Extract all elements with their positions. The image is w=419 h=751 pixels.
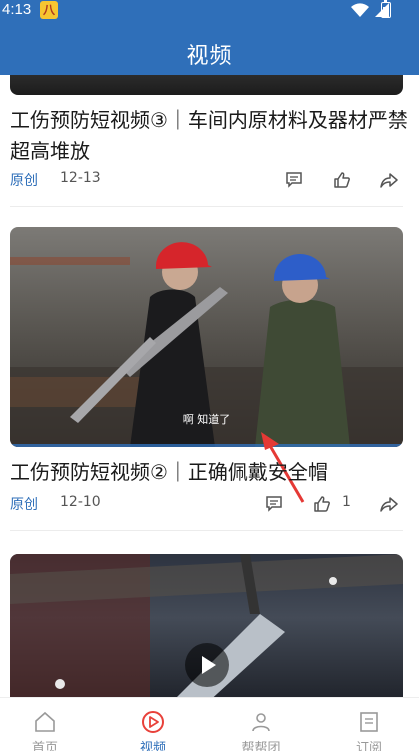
tab-home[interactable]: 首页 — [10, 698, 80, 751]
battery-icon — [381, 0, 391, 18]
tab-helpers[interactable]: 帮帮团 — [226, 698, 296, 751]
share-icon[interactable] — [379, 170, 399, 190]
video-title[interactable]: 工伤预防短视频②｜正确佩戴安全帽 — [10, 457, 410, 488]
page-title: 视频 — [186, 44, 233, 69]
like-icon[interactable] — [332, 170, 352, 190]
like-count: 1 — [342, 494, 351, 510]
app-header: 4:13 八 视频 — [0, 0, 419, 75]
tab-label: 帮帮团 — [241, 741, 281, 751]
wifi-icon — [351, 3, 369, 17]
video-title[interactable]: 工伤预防短视频③｜车间内原材料及器材严禁超高堆放 — [10, 105, 410, 167]
video-thumbnail[interactable] — [10, 554, 403, 697]
video-meta: 原创 12-10 1 — [10, 494, 403, 516]
tab-video[interactable]: 视频 — [118, 698, 188, 751]
share-icon[interactable] — [379, 494, 399, 514]
video-play-icon — [142, 711, 164, 733]
video-progress-bar — [10, 444, 403, 447]
play-button[interactable] — [185, 643, 229, 687]
home-icon — [35, 711, 55, 732]
publish-date: 12-13 — [60, 170, 101, 186]
status-bar: 4:13 八 — [0, 0, 419, 22]
video-thumbnail[interactable] — [10, 75, 403, 95]
tab-label: 订阅 — [355, 741, 382, 751]
video-meta: 原创 12-13 — [10, 170, 403, 192]
publish-date: 12-10 — [60, 494, 101, 510]
notification-icon: 八 — [40, 1, 58, 19]
tab-label: 首页 — [31, 741, 58, 751]
source-label: 原创 — [10, 497, 38, 513]
divider — [10, 206, 403, 207]
like-icon[interactable] — [312, 494, 332, 514]
play-icon — [202, 656, 216, 674]
tab-subscribe[interactable]: 订阅 — [334, 698, 404, 751]
comment-icon[interactable] — [264, 494, 284, 514]
bottom-tab-bar: 首页 视频 帮帮团 订阅 — [0, 697, 419, 751]
comment-icon[interactable] — [284, 170, 304, 190]
status-time: 4:13 — [2, 1, 32, 18]
video-subtitle: 啊 知道了 — [182, 413, 231, 426]
divider — [10, 530, 403, 531]
video-thumbnail[interactable]: 啊 知道了 — [10, 227, 403, 447]
source-label: 原创 — [10, 173, 38, 189]
subscribe-icon — [360, 712, 378, 732]
video-feed[interactable]: 工伤预防短视频③｜车间内原材料及器材严禁超高堆放 原创 12-13 啊 知道了 … — [0, 75, 419, 697]
group-icon — [252, 713, 270, 732]
tab-label: 视频 — [139, 741, 166, 751]
